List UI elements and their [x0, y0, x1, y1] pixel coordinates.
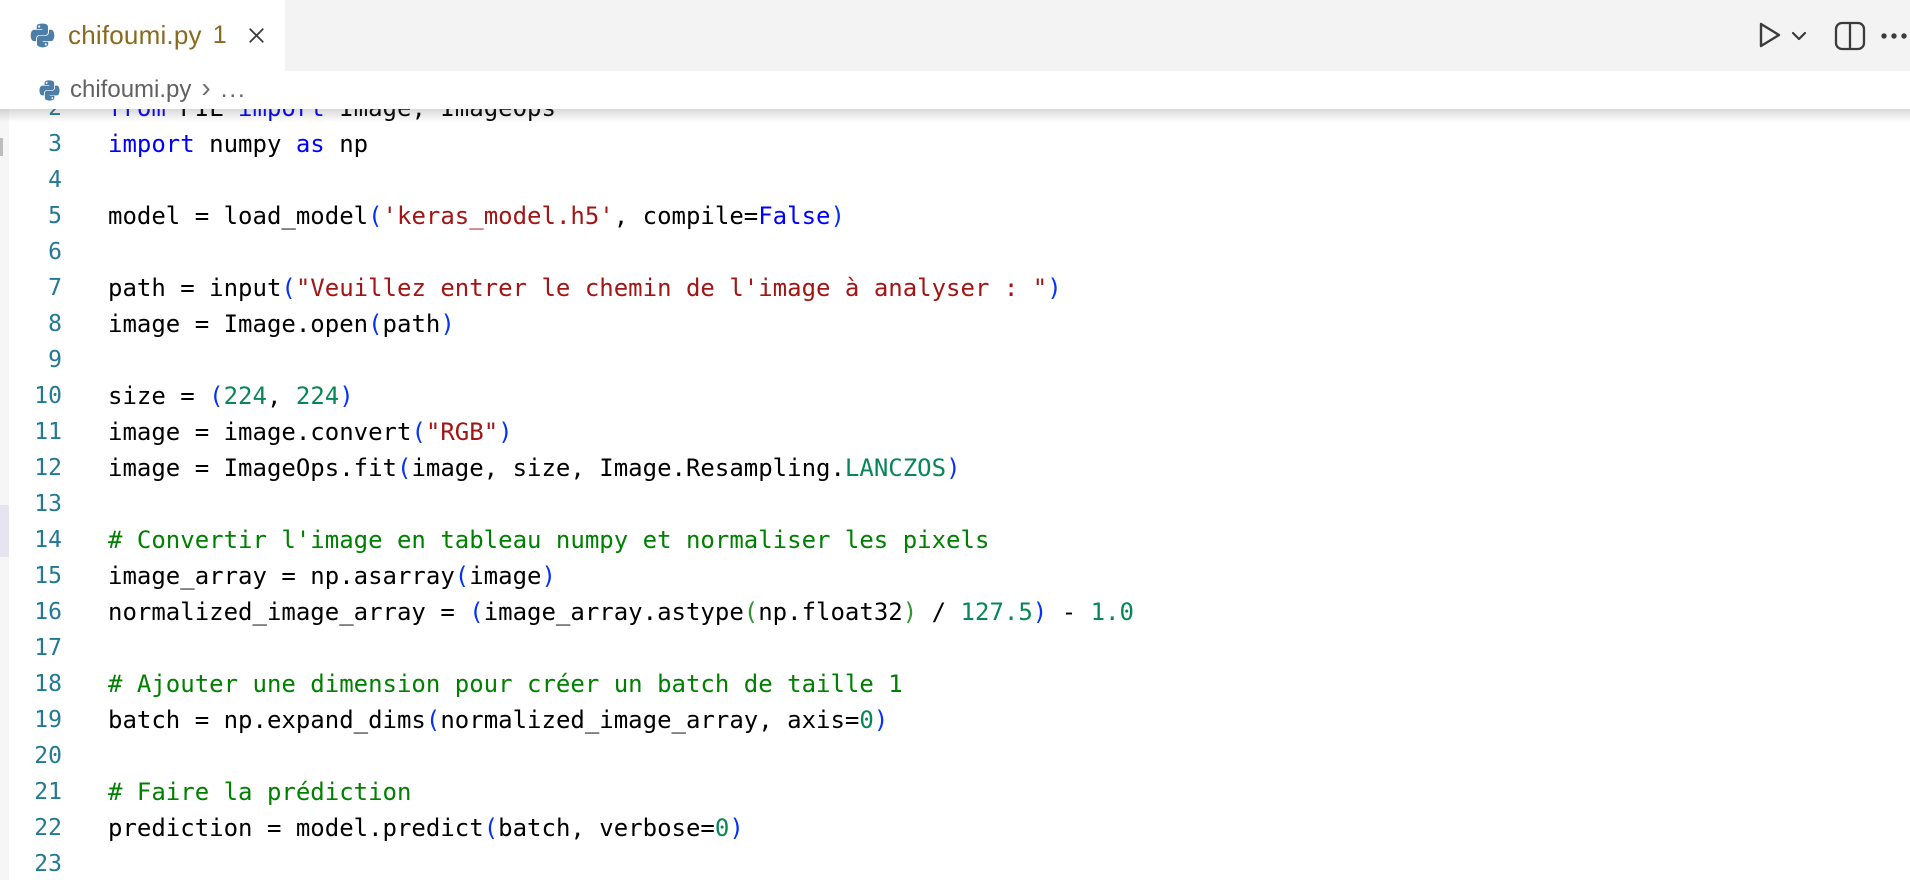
line-number: 14 — [0, 522, 62, 558]
code-line-9[interactable]: 9 — [0, 342, 1910, 378]
python-icon — [38, 79, 61, 102]
code-text: image = ImageOps.fit(image, size, Image.… — [108, 450, 961, 486]
code-line-14[interactable]: 14 # Convertir l'image en tableau numpy e… — [0, 522, 1910, 558]
code-text: size = (224, 224) — [108, 378, 354, 414]
close-icon — [244, 23, 269, 48]
code-line-13[interactable]: 13 — [0, 486, 1910, 522]
code-text: # Faire la prédiction — [108, 774, 411, 810]
line-number: 16 — [0, 594, 62, 630]
code-line-20[interactable]: 20 — [0, 738, 1910, 774]
code-line-8[interactable]: 8 image = Image.open(path) — [0, 306, 1910, 342]
code-line-21[interactable]: 21 # Faire la prédiction — [0, 774, 1910, 810]
line-number: 5 — [0, 198, 62, 234]
code-line-15[interactable]: 15 image_array = np.asarray(image) — [0, 558, 1910, 594]
sidebar-edge — [0, 108, 9, 880]
line-number: 4 — [0, 162, 62, 198]
code-text: import numpy as np — [108, 126, 368, 162]
breadcrumb: chifoumi.py › ... — [0, 71, 1910, 109]
code-text: # Ajouter une dimension pour créer un ba… — [108, 666, 903, 702]
breadcrumb-separator-icon: › — [201, 72, 210, 104]
split-editor-button[interactable] — [1833, 20, 1867, 52]
code-line-17[interactable]: 17 — [0, 630, 1910, 666]
run-icon — [1751, 17, 1787, 53]
code-line-5[interactable]: 5 model = load_model('keras_model.h5', co… — [0, 198, 1910, 234]
code-text: model = load_model('keras_model.h5', com… — [108, 198, 845, 234]
scroll-shadow — [0, 109, 1910, 122]
code-line-18[interactable]: 18 # Ajouter une dimension pour créer un … — [0, 666, 1910, 702]
code-text: image = image.convert("RGB") — [108, 414, 513, 450]
line-number: 10 — [0, 378, 62, 414]
close-tab-button[interactable] — [244, 23, 270, 49]
line-number: 13 — [0, 486, 62, 522]
line-number: 12 — [0, 450, 62, 486]
code-line-3[interactable]: 3 import numpy as np — [0, 126, 1910, 162]
tab-chifoumi[interactable]: chifoumi.py 1 — [0, 0, 285, 71]
code-text: image = Image.open(path) — [108, 306, 455, 342]
code-line-4[interactable]: 4 — [0, 162, 1910, 198]
python-icon — [29, 22, 56, 49]
code-text: prediction = model.predict(batch, verbos… — [108, 810, 744, 846]
line-number: 21 — [0, 774, 62, 810]
code-line-10[interactable]: 10 size = (224, 224) — [0, 378, 1910, 414]
tab-title: chifoumi.py — [68, 20, 202, 51]
sidebar-scrollbar-sliver — [0, 138, 3, 156]
line-number: 20 — [0, 738, 62, 774]
code-line-16[interactable]: 16 normalized_image_array = (image_array.… — [0, 594, 1910, 630]
code-line-6[interactable]: 6 — [0, 234, 1910, 270]
code-line-23[interactable]: 23 — [0, 846, 1910, 880]
sidebar-selection-sliver — [0, 505, 9, 557]
line-number: 23 — [0, 846, 62, 880]
code-text: batch = np.expand_dims(normalized_image_… — [108, 702, 888, 738]
line-number: 9 — [0, 342, 62, 378]
code-text: image_array = np.asarray(image) — [108, 558, 556, 594]
line-number: 17 — [0, 630, 62, 666]
more-actions-button[interactable] — [1879, 30, 1909, 42]
code-editor[interactable]: 2from PIL import Image, ImageOps3import … — [0, 0, 1910, 880]
line-number: 11 — [0, 414, 62, 450]
line-number: 15 — [0, 558, 62, 594]
line-number: 7 — [0, 270, 62, 306]
line-number: 19 — [0, 702, 62, 738]
run-button[interactable] — [1751, 17, 1787, 53]
line-number: 3 — [0, 126, 62, 162]
code-line-7[interactable]: 7 path = input("Veuillez entrer le chemin… — [0, 270, 1910, 306]
code-line-12[interactable]: 12 image = ImageOps.fit(image, size, Imag… — [0, 450, 1910, 486]
breadcrumb-file[interactable]: chifoumi.py — [70, 76, 191, 104]
line-number: 8 — [0, 306, 62, 342]
code-text: # Convertir l'image en tableau numpy et … — [108, 522, 989, 558]
code-text: path = input("Veuillez entrer le chemin … — [108, 270, 1062, 306]
code-line-19[interactable]: 19 batch = np.expand_dims(normalized_imag… — [0, 702, 1910, 738]
line-number: 22 — [0, 810, 62, 846]
chevron-down-icon — [1788, 26, 1810, 46]
tab-bar: chifoumi.py 1 — [0, 0, 1910, 71]
breadcrumb-symbol-ellipsis[interactable]: ... — [221, 76, 247, 104]
code-line-11[interactable]: 11 image = image.convert("RGB") — [0, 414, 1910, 450]
code-text: normalized_image_array = (image_array.as… — [108, 594, 1134, 630]
split-editor-icon — [1833, 20, 1867, 52]
vscode-editor-window: 2from PIL import Image, ImageOps3import … — [0, 0, 1910, 880]
line-number: 6 — [0, 234, 62, 270]
code-line-22[interactable]: 22 prediction = model.predict(batch, verb… — [0, 810, 1910, 846]
ellipsis-icon — [1879, 30, 1909, 42]
line-number: 18 — [0, 666, 62, 702]
run-dropdown-button[interactable] — [1788, 26, 1810, 46]
tab-problems-badge: 1 — [213, 21, 227, 50]
